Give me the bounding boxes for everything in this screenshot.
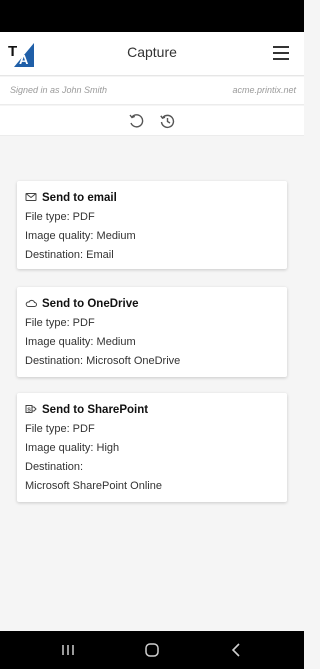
signed-in-label: Signed in as John Smith	[10, 85, 108, 95]
destination-label: Destination:	[25, 461, 84, 473]
card-title-text: Send to email	[42, 192, 117, 204]
hamburger-menu-icon[interactable]	[270, 44, 292, 62]
card-title: Send to OneDrive	[25, 297, 139, 310]
card-title-text: Send to SharePoint	[42, 404, 149, 416]
card-title-text: Send to OneDrive	[42, 298, 139, 310]
domain-label: acme.printix.net	[232, 85, 296, 95]
mail-icon	[25, 191, 37, 203]
image-quality: Image quality: Medium	[25, 230, 136, 242]
recent-apps-icon[interactable]	[58, 640, 78, 660]
card-title: Send to email	[25, 191, 117, 204]
destination: Destination: Microsoft OneDrive	[25, 355, 181, 367]
sharepoint-icon: S	[25, 403, 37, 415]
destination: Microsoft SharePoint Online	[25, 480, 162, 492]
file-type: File type: PDF	[25, 317, 95, 329]
app-header: T A Capture	[0, 32, 304, 76]
page-title: Capture	[127, 44, 177, 60]
destination: Destination: Email	[25, 249, 114, 261]
workflow-card-sharepoint[interactable]: S Send to SharePoint File type: PDF Imag…	[17, 393, 287, 502]
workflow-card-onedrive[interactable]: Send to OneDrive File type: PDF Image qu…	[17, 287, 287, 377]
file-type: File type: PDF	[25, 211, 95, 223]
status-bar	[0, 0, 304, 32]
workflow-card-email[interactable]: Send to email File type: PDF Image quali…	[17, 181, 287, 269]
history-icon[interactable]	[159, 113, 175, 129]
svg-text:S: S	[27, 407, 31, 413]
file-type: File type: PDF	[25, 423, 95, 435]
undo-icon[interactable]	[128, 113, 144, 129]
session-info: Signed in as John Smith acme.printix.net	[0, 77, 304, 105]
capture-list: Send to email File type: PDF Image quali…	[0, 137, 304, 631]
cloud-icon	[25, 297, 37, 309]
card-title: S Send to SharePoint	[25, 403, 148, 416]
system-nav-bar	[0, 631, 304, 669]
image-quality: Image quality: High	[25, 442, 120, 454]
toolbar	[0, 106, 304, 136]
image-quality: Image quality: Medium	[25, 336, 136, 348]
back-icon[interactable]	[226, 640, 246, 660]
home-icon[interactable]	[142, 640, 162, 660]
